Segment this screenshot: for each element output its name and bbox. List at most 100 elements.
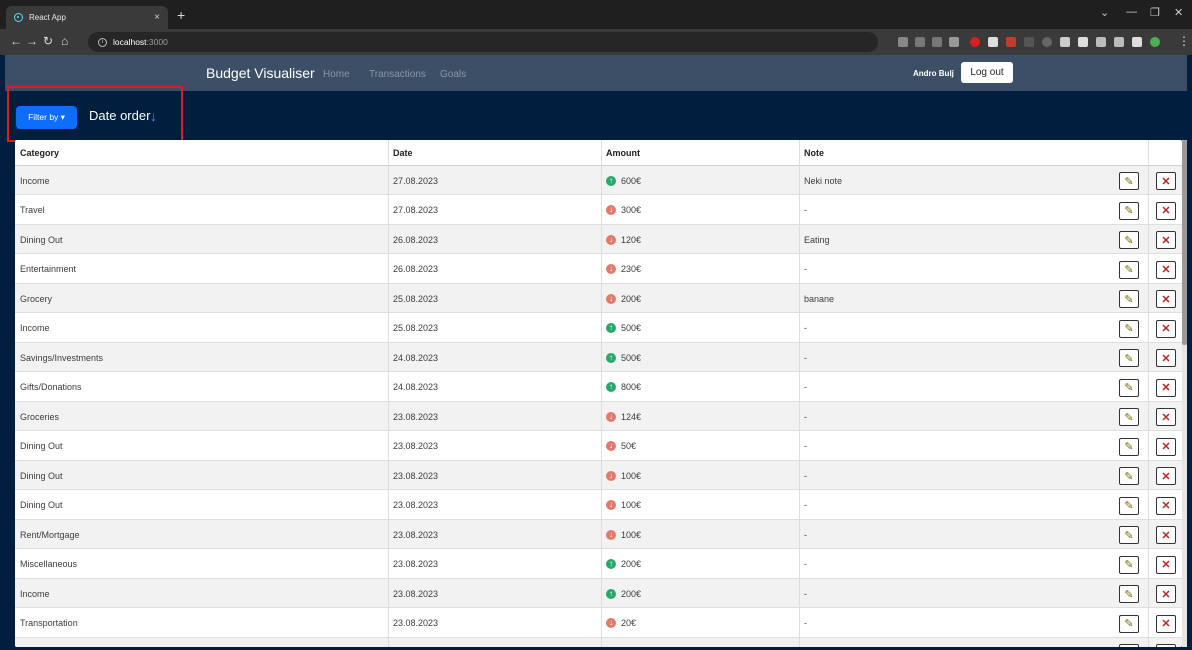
delete-x-icon[interactable]: ✕ [1156,231,1176,249]
amount-value: 600€ [621,175,642,186]
minimize-icon[interactable]: — [1126,6,1137,18]
extension-icon[interactable] [988,37,998,47]
delete-x-icon[interactable]: ✕ [1156,555,1176,574]
edit-pencil-icon[interactable]: ✎ [1119,349,1139,367]
install-icon[interactable] [915,37,925,47]
profile-avatar-icon[interactable] [1150,37,1160,47]
cell-amount: ↓ 50€ [601,432,799,461]
close-window-icon[interactable]: ✕ [1174,6,1183,19]
cell-note: - [804,618,807,628]
delete-x-icon[interactable]: ✕ [1156,585,1176,603]
maximize-icon[interactable]: ❐ [1150,6,1160,19]
edit-pencil-icon[interactable]: ✎ [1119,408,1139,426]
sidepanel-icon[interactable] [1132,37,1142,47]
cell-note: banane [804,293,835,304]
edit-pencil-icon[interactable]: ✎ [1119,201,1139,220]
delete-x-icon[interactable]: ✕ [1156,496,1176,515]
bookmark-star-icon[interactable] [949,37,959,47]
tab-close-icon[interactable]: × [154,12,160,23]
expense-down-icon: ↓ [606,529,616,540]
extensions-puzzle-icon[interactable] [1078,37,1088,47]
delete-x-icon[interactable]: ✕ [1156,319,1176,338]
extension-icon[interactable] [1060,37,1070,47]
expense-down-icon: ↓ [606,470,616,481]
browser-tab[interactable]: React App × [6,6,168,29]
tab-search-icon[interactable]: ⌄ [1100,6,1109,19]
delete-x-icon[interactable]: ✕ [1156,408,1176,426]
delete-x-icon[interactable]: ✕ [1156,172,1176,190]
nav-link-home[interactable]: Home [323,69,350,80]
share-icon[interactable] [932,37,942,47]
reload-icon[interactable]: ↻ [43,34,53,48]
cell-amount: ↓ 100€ [601,520,799,549]
site-info-icon[interactable]: i [98,37,107,47]
extension-icon[interactable] [1042,37,1052,47]
home-icon[interactable]: ⌂ [61,34,68,48]
delete-x-icon[interactable]: ✕ [1156,526,1176,544]
header-amount: Amount [606,148,640,158]
table-row: Transportation 23.08.2023 ↓ 20€ - ✎ ✕ [15,608,1182,638]
delete-x-icon[interactable]: ✕ [1156,614,1176,633]
delete-x-icon[interactable]: ✕ [1156,437,1176,456]
extension-icon[interactable] [1006,37,1016,47]
nav-link-goals[interactable]: Goals [440,69,466,80]
menu-kebab-icon[interactable]: ⋮ [1178,34,1190,48]
new-tab-button[interactable]: + [177,7,185,23]
delete-x-icon[interactable] [1156,644,1176,647]
cell-date: 23.08.2023 [393,441,439,451]
expense-down-icon: ↓ [606,411,616,422]
back-icon[interactable]: ← [10,34,22,48]
table-row: Income 23.08.2023 ↑ 200€ - ✎ ✕ [15,579,1182,608]
header-note: Note [804,148,824,158]
expense-down-icon: ↓ [606,618,616,628]
nav-link-transactions[interactable]: Transactions [369,69,426,80]
filter-by-dropdown[interactable]: Filter by ▾ [16,106,77,129]
key-icon[interactable] [898,37,908,47]
edit-pencil-icon[interactable]: ✎ [1119,585,1139,603]
edit-pencil-icon[interactable] [1119,644,1139,647]
cell-amount: ↑ 800€ [601,373,799,402]
delete-x-icon[interactable]: ✕ [1156,467,1176,485]
reading-list-icon[interactable] [1096,37,1106,47]
forward-icon[interactable]: → [26,34,38,48]
delete-x-icon[interactable]: ✕ [1156,290,1176,308]
expense-down-icon: ↓ [606,234,616,245]
cell-note: - [804,500,807,510]
delete-x-icon[interactable]: ✕ [1156,201,1176,220]
edit-pencil-icon[interactable]: ✎ [1119,172,1139,190]
logout-button[interactable]: Log out [961,62,1013,83]
address-bar[interactable]: i localhost:3000 [88,32,878,52]
brand-title[interactable]: Budget Visualiser [206,65,315,81]
edit-pencil-icon[interactable]: ✎ [1119,231,1139,249]
edit-pencil-icon[interactable]: ✎ [1119,496,1139,515]
edit-pencil-icon[interactable]: ✎ [1119,555,1139,574]
edit-pencil-icon[interactable]: ✎ [1119,614,1139,633]
edit-pencil-icon[interactable]: ✎ [1119,467,1139,485]
tab-title: React App [29,13,66,22]
edit-pencil-icon[interactable]: ✎ [1119,526,1139,544]
delete-x-icon[interactable]: ✕ [1156,378,1176,397]
table-row: Savings/Investments 24.08.2023 ↑ 500€ - ✎ ✕ [15,343,1182,372]
amount-value: 300€ [621,205,642,215]
header-category: Category [20,148,60,158]
table-row: Gifts/Donations 24.08.2023 ↑ 800€ - ✎ ✕ [15,372,1182,402]
cell-note: - [804,529,807,540]
extension-icon[interactable] [1024,37,1034,47]
edit-pencil-icon[interactable]: ✎ [1119,290,1139,308]
income-up-icon: ↑ [606,382,616,392]
record-extension-icon[interactable] [970,37,980,47]
edit-pencil-icon[interactable]: ✎ [1119,378,1139,397]
browser-toolbar: ← → ↻ ⌂ i localhost:3000 ⋮ [0,29,1192,55]
table-row: Groceries 23.08.2023 ↓ 124€ - ✎ ✕ [15,402,1182,431]
sort-label[interactable]: Date order [89,108,150,123]
cell-note: - [804,352,807,363]
edit-pencil-icon[interactable]: ✎ [1119,437,1139,456]
delete-x-icon[interactable]: ✕ [1156,349,1176,367]
cell-category: Savings/Investments [20,352,104,363]
download-icon[interactable] [1114,37,1124,47]
scrollbar-thumb[interactable] [1182,140,1187,345]
edit-pencil-icon[interactable]: ✎ [1119,319,1139,338]
edit-pencil-icon[interactable]: ✎ [1119,260,1139,279]
arrow-down-icon[interactable]: ↓ [150,108,157,124]
delete-x-icon[interactable]: ✕ [1156,260,1176,279]
